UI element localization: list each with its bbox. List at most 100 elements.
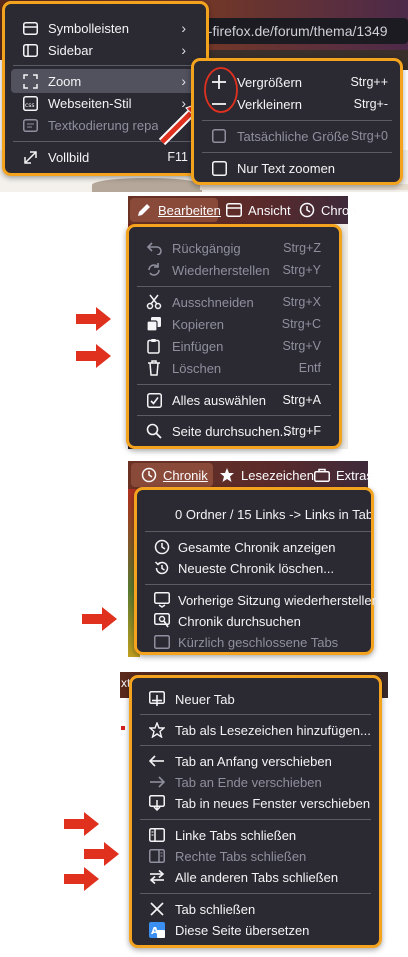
menu-item-shortcut: Strg+F	[283, 424, 321, 438]
menu-item-label: Symbolleisten	[48, 20, 129, 36]
menu-separator	[140, 714, 371, 715]
menu-item-select-all[interactable]: Alles auswählen Strg+A	[129, 389, 339, 411]
menu-item-shortcut: Strg+-	[353, 97, 388, 111]
toolbar-label: Extras	[336, 467, 373, 483]
red-pointer-arrow	[82, 607, 117, 631]
actual-size-icon	[211, 128, 227, 144]
menu-item-close-other-tabs[interactable]: Alle anderen Tabs schließen	[132, 866, 379, 888]
translate-icon: A	[149, 922, 165, 938]
swap-arrows-icon	[149, 869, 165, 885]
close-left-tabs-icon	[149, 827, 165, 843]
toolbar-label: Chronik	[163, 467, 208, 483]
menu-item-delete[interactable]: Löschen Entf	[129, 357, 339, 379]
menu-item-search-history[interactable]: Chronik durchsuchen	[137, 610, 371, 632]
menu-item-shortcut: F11	[167, 150, 188, 164]
close-icon	[149, 901, 165, 917]
menu-item-label: Textkodierung reparieren	[48, 117, 158, 133]
menu-item-show-all-history[interactable]: Gesamte Chronik anzeigen	[137, 536, 371, 558]
menu-item-label: Gesamte Chronik anzeigen	[178, 539, 336, 555]
red-circle-highlight	[204, 67, 238, 113]
red-pointer-arrow	[84, 842, 119, 866]
chevron-right-icon: ›	[181, 42, 186, 58]
toolbar-label: Ansicht	[248, 202, 291, 218]
menu-item-close-left-tabs[interactable]: Linke Tabs schließen	[132, 824, 379, 846]
menu-item-undo[interactable]: Rückgängig Strg+Z	[129, 237, 339, 259]
menu-item-recently-closed-tabs[interactable]: Kürzlich geschlossene Tabs	[137, 631, 371, 653]
menu-item-label: Tab schließen	[175, 901, 256, 917]
menu-item-zoom-text-only[interactable]: Nur Text zoomen	[194, 157, 400, 179]
menu-item-label: Alles auswählen	[172, 392, 266, 408]
view-menu: Symbolleisten › Sidebar › Zoom › css Web…	[2, 1, 209, 176]
text-encoding-icon	[22, 117, 38, 133]
toolbar-edit[interactable]: Bearbeiten	[136, 199, 221, 221]
menu-item-shortcut: Strg+V	[282, 339, 321, 353]
menu-item-new-tab[interactable]: Neuer Tab	[132, 688, 379, 710]
menu-item-label: Vergrößern	[237, 74, 303, 90]
menu-item-shortcut: Strg+0	[350, 129, 388, 143]
menu-item-shortcut: Strg+Y	[282, 263, 321, 277]
menu-item-fullscreen[interactable]: Vollbild F11	[5, 146, 206, 168]
menu-item-label: Nur Text zoomen	[237, 160, 336, 176]
history-clear-icon	[154, 560, 170, 576]
toolbar-history[interactable]: Chronik	[141, 464, 208, 486]
menu-item-label: Tab an Ende verschieben	[175, 774, 322, 790]
menu-item-label: Linke Tabs schließen	[175, 827, 297, 843]
menu-item-label: Löschen	[172, 360, 222, 376]
toolbar-view[interactable]: Ansicht	[226, 199, 291, 221]
toolbar-bookmarks[interactable]: Lesezeichen	[219, 464, 314, 486]
menu-item-label: Zoom	[48, 73, 82, 89]
menu-separator	[145, 584, 371, 585]
menu-item-label: Sidebar	[48, 42, 93, 58]
toolbar-tools[interactable]: Extras	[314, 464, 373, 486]
clock-icon	[154, 539, 170, 555]
menu-item-sidebar[interactable]: Sidebar ›	[5, 39, 206, 61]
menu-item-move-tab-end[interactable]: Tab an Ende verschieben	[132, 771, 379, 793]
view-icon	[226, 203, 242, 217]
menu-item-clear-recent-history[interactable]: Neueste Chronik löschen...	[137, 557, 371, 579]
menu-item-shortcut: Strg+Z	[283, 241, 321, 255]
sidebar-icon	[22, 42, 38, 58]
checkbox-unchecked[interactable]	[211, 160, 227, 176]
menu-item-redo[interactable]: Wiederherstellen Strg+Y	[129, 259, 339, 281]
scissors-icon	[146, 294, 162, 310]
redo-icon	[146, 262, 162, 278]
menu-item-label: Tab an Anfang verschieben	[175, 753, 332, 769]
menu-item-label: Webseiten-Stil	[48, 95, 132, 111]
menu-separator	[140, 893, 371, 894]
menu-item-label: Wiederherstellen	[172, 262, 270, 278]
menu-item-paste[interactable]: Einfügen Strg+V	[129, 335, 339, 357]
menu-item-move-tab-start[interactable]: Tab an Anfang verschieben	[132, 750, 379, 772]
menu-item-actual-size[interactable]: Tatsächliche Größe Strg+0	[194, 125, 400, 147]
menu-separator	[13, 65, 198, 66]
menu-item-close-right-tabs[interactable]: Rechte Tabs schließen	[132, 845, 379, 867]
menu-item-translate-page[interactable]: A Diese Seite übersetzen	[132, 919, 379, 941]
menu-item-close-tab[interactable]: Tab schließen	[132, 898, 379, 920]
arrow-right-icon	[149, 774, 165, 790]
menu-item-open-links-tabs[interactable]: 0 Ordner / 15 Links -> Links in Tabs ö	[137, 503, 371, 525]
toolbar-history[interactable]: Chron	[299, 199, 356, 221]
menu-item-bookmark-tab[interactable]: Tab als Lesezeichen hinzufügen...	[132, 719, 379, 741]
menu-item-restore-session[interactable]: Vorherige Sitzung wiederherstellen	[137, 589, 379, 611]
tab-context-menu: Neuer Tab Tab als Lesezeichen hinzufügen…	[129, 675, 382, 948]
restore-session-icon	[154, 592, 170, 608]
menu-item-zoom[interactable]: Zoom ›	[5, 70, 206, 92]
menu-separator	[202, 152, 392, 153]
menu-item-cut[interactable]: Ausschneiden Strg+X	[129, 291, 339, 313]
menu-item-find-in-page[interactable]: Seite durchsuchen... Strg+F	[129, 420, 339, 442]
history-menu: 0 Ordner / 15 Links -> Links in Tabs ö G…	[134, 487, 379, 655]
star-icon	[220, 468, 234, 482]
menu-item-label: Chronik durchsuchen	[178, 613, 301, 629]
menu-item-move-tab-new-window[interactable]: Tab in neues Fenster verschieben	[132, 792, 379, 814]
menu-item-label: Ausschneiden	[172, 294, 254, 310]
menu-separator	[140, 745, 371, 746]
css-icon: css	[22, 95, 38, 111]
copy-icon	[146, 316, 162, 332]
red-pointer-arrow	[76, 307, 111, 331]
menu-item-label: Rechte Tabs schließen	[175, 848, 307, 864]
pencil-icon	[138, 204, 150, 216]
page-image-fragment	[92, 178, 202, 192]
menu-item-label: 0 Ordner / 15 Links -> Links in Tabs ö	[175, 506, 371, 522]
menu-item-copy[interactable]: Kopieren Strg+C	[129, 313, 339, 335]
menu-item-shortcut: Entf	[298, 361, 321, 375]
menu-item-toolbars[interactable]: Symbolleisten ›	[5, 17, 206, 39]
